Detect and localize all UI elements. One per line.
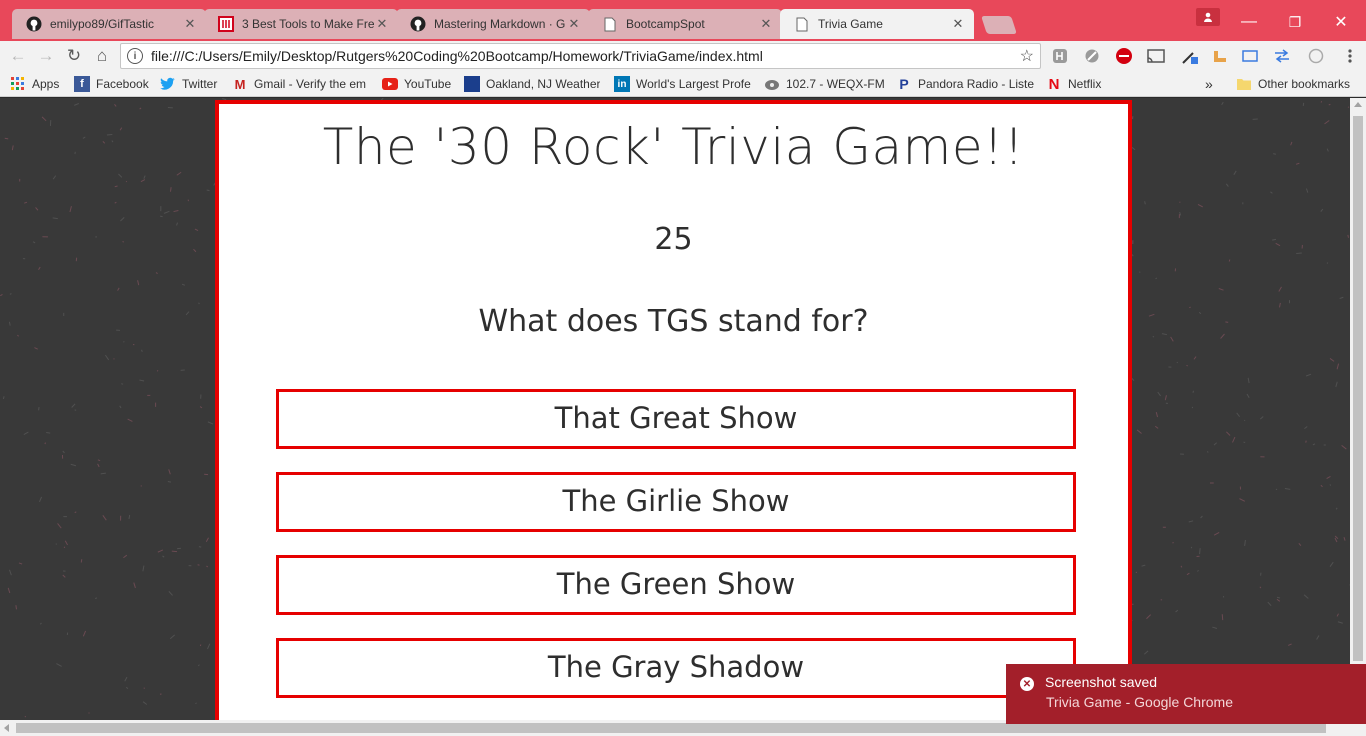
bookmark-label: Netflix xyxy=(1068,77,1102,91)
horizontal-scroll-thumb[interactable] xyxy=(16,723,1326,733)
maximize-button[interactable]: ❐ xyxy=(1272,8,1318,36)
bookmark-label: Pandora Radio - Liste xyxy=(918,77,1035,91)
page-icon xyxy=(602,16,618,32)
github-icon xyxy=(410,16,426,32)
person-icon xyxy=(1204,12,1212,22)
vertical-scrollbar[interactable] xyxy=(1350,98,1366,720)
close-tab-icon[interactable]: ✕ xyxy=(758,16,774,32)
back-button[interactable]: ← xyxy=(6,44,30,68)
twitter-icon xyxy=(160,76,176,92)
netflix-icon: N xyxy=(1048,75,1060,93)
bookmark-netflix[interactable]: N Netflix xyxy=(1046,75,1110,93)
tab-title: Mastering Markdown · G xyxy=(434,17,566,31)
bookmark-youtube[interactable]: YouTube xyxy=(382,75,458,93)
tab-mastering-markdown[interactable]: Mastering Markdown · G ✕ xyxy=(396,9,590,39)
block-extension-icon[interactable] xyxy=(1082,46,1102,66)
close-window-button[interactable]: ✕ xyxy=(1318,8,1364,36)
close-tab-icon[interactable]: ✕ xyxy=(182,16,198,32)
bookmark-label: YouTube xyxy=(404,77,452,91)
close-tab-icon[interactable]: ✕ xyxy=(950,16,966,32)
color-picker-icon[interactable] xyxy=(1180,46,1200,66)
bookmark-label: World's Largest Profe xyxy=(636,77,751,91)
close-tab-icon[interactable]: ✕ xyxy=(374,16,390,32)
tab-title: emilypo89/GifTastic xyxy=(50,17,155,31)
trivia-card: The '30 Rock' Trivia Game!! 25 What does… xyxy=(215,100,1132,720)
vertical-scroll-thumb[interactable] xyxy=(1353,116,1363,661)
tab-title: 3 Best Tools to Make Fre xyxy=(242,17,374,31)
url-text[interactable]: file:///C:/Users/Emily/Desktop/Rutgers%2… xyxy=(151,48,1020,64)
browser-toolbar: ← → ↻ ⌂ i file:///C:/Users/Emily/Desktop… xyxy=(0,41,1366,71)
github-icon xyxy=(26,16,42,32)
menu-kebab-icon[interactable] xyxy=(1340,46,1360,66)
new-tab-button[interactable] xyxy=(981,16,1017,34)
circle-extension-icon[interactable] xyxy=(1306,46,1326,66)
page-title: The '30 Rock' Trivia Game!! xyxy=(322,118,1025,176)
bookmark-linkedin[interactable]: in World's Largest Profe xyxy=(614,75,752,93)
ruler-icon[interactable] xyxy=(1210,46,1230,66)
profile-button[interactable] xyxy=(1196,8,1220,26)
tab-bootcampspot[interactable]: BootcampSpot ✕ xyxy=(588,9,782,39)
minimize-button[interactable]: — xyxy=(1226,8,1272,36)
bookmark-label: 102.7 - WEQX-FM xyxy=(786,77,885,91)
bookmark-label: Apps xyxy=(32,77,60,91)
bookmark-twitter[interactable]: Twitter xyxy=(160,75,226,93)
toast-title: Screenshot saved xyxy=(1045,674,1158,690)
youtube-icon xyxy=(382,76,398,92)
countdown-timer: 25 xyxy=(654,222,693,257)
close-tab-icon[interactable]: ✕ xyxy=(566,16,582,32)
scroll-left-arrow-icon[interactable] xyxy=(4,724,9,732)
cast-icon[interactable] xyxy=(1146,46,1166,66)
facebook-icon: f xyxy=(74,76,90,92)
bookmark-label: Oakland, NJ Weather xyxy=(486,77,600,91)
tab-title: Trivia Game xyxy=(818,17,883,31)
bookmark-label: Twitter xyxy=(182,77,218,91)
address-bar[interactable]: i file:///C:/Users/Emily/Desktop/Rutgers… xyxy=(120,43,1041,69)
bookmark-weather[interactable]: Oakland, NJ Weather xyxy=(464,75,600,93)
bookmark-label: Other bookmarks xyxy=(1258,77,1351,91)
bookmark-label: Facebook xyxy=(96,77,149,91)
bookmark-pandora[interactable]: P Pandora Radio - Liste xyxy=(896,75,1036,93)
question-text: What does TGS stand for? xyxy=(478,304,869,339)
info-icon[interactable]: i xyxy=(127,48,143,64)
forward-button[interactable]: → xyxy=(34,44,58,68)
answer-button-3[interactable]: The Green Show xyxy=(276,555,1076,615)
bookmark-apps[interactable]: Apps xyxy=(10,75,66,93)
scroll-up-arrow-icon[interactable] xyxy=(1354,102,1362,107)
page-viewport: The '30 Rock' Trivia Game!! 25 What does… xyxy=(0,98,1350,720)
extension-icon[interactable] xyxy=(1050,46,1070,66)
tab-giftastic[interactable]: emilypo89/GifTastic ✕ xyxy=(12,9,206,39)
page-icon xyxy=(794,16,810,32)
reload-button[interactable]: ↻ xyxy=(62,44,86,68)
folder-icon xyxy=(1236,76,1252,92)
bookmark-star-icon[interactable]: ☆ xyxy=(1020,46,1034,66)
apps-grid-icon xyxy=(10,76,26,92)
tab-title: BootcampSpot xyxy=(626,17,705,31)
bookmarks-bar: Apps f Facebook Twitter M Gmail - Verify… xyxy=(0,71,1366,97)
bookmark-weqx[interactable]: 102.7 - WEQX-FM xyxy=(764,75,886,93)
tab-best-tools[interactable]: 3 Best Tools to Make Fre ✕ xyxy=(204,9,398,39)
lastpass-icon[interactable] xyxy=(1114,46,1134,66)
arrows-exchange-icon[interactable] xyxy=(1272,46,1292,66)
radio-icon xyxy=(764,76,780,92)
other-bookmarks[interactable]: Other bookmarks xyxy=(1236,75,1356,93)
bookmark-facebook[interactable]: f Facebook xyxy=(74,75,154,93)
tab-trivia-game[interactable]: Trivia Game ✕ xyxy=(780,9,974,39)
bookmark-label: Gmail - Verify the em xyxy=(254,77,367,91)
xbox-icon: ✕ xyxy=(1020,677,1034,691)
bookmark-gmail[interactable]: M Gmail - Verify the em xyxy=(232,75,370,93)
answer-button-4[interactable]: The Gray Shadow xyxy=(276,638,1076,698)
answer-button-1[interactable]: That Great Show xyxy=(276,389,1076,449)
linkedin-icon: in xyxy=(614,76,630,92)
tab-strip: emilypo89/GifTastic ✕ 3 Best Tools to Ma… xyxy=(0,0,1366,41)
gmail-icon: M xyxy=(234,76,246,92)
bookmarks-overflow-button[interactable]: » xyxy=(1205,75,1219,93)
answer-button-2[interactable]: The Girlie Show xyxy=(276,472,1076,532)
toast-subtitle: Trivia Game - Google Chrome xyxy=(1046,694,1233,710)
screenshot-toast[interactable]: ✕ Screenshot saved Trivia Game - Google … xyxy=(1006,664,1366,724)
weather-channel-icon xyxy=(464,76,480,92)
document-red-icon xyxy=(218,16,234,32)
window-resize-icon[interactable] xyxy=(1240,46,1260,66)
home-button[interactable]: ⌂ xyxy=(90,44,114,68)
pandora-icon: P xyxy=(899,76,909,92)
